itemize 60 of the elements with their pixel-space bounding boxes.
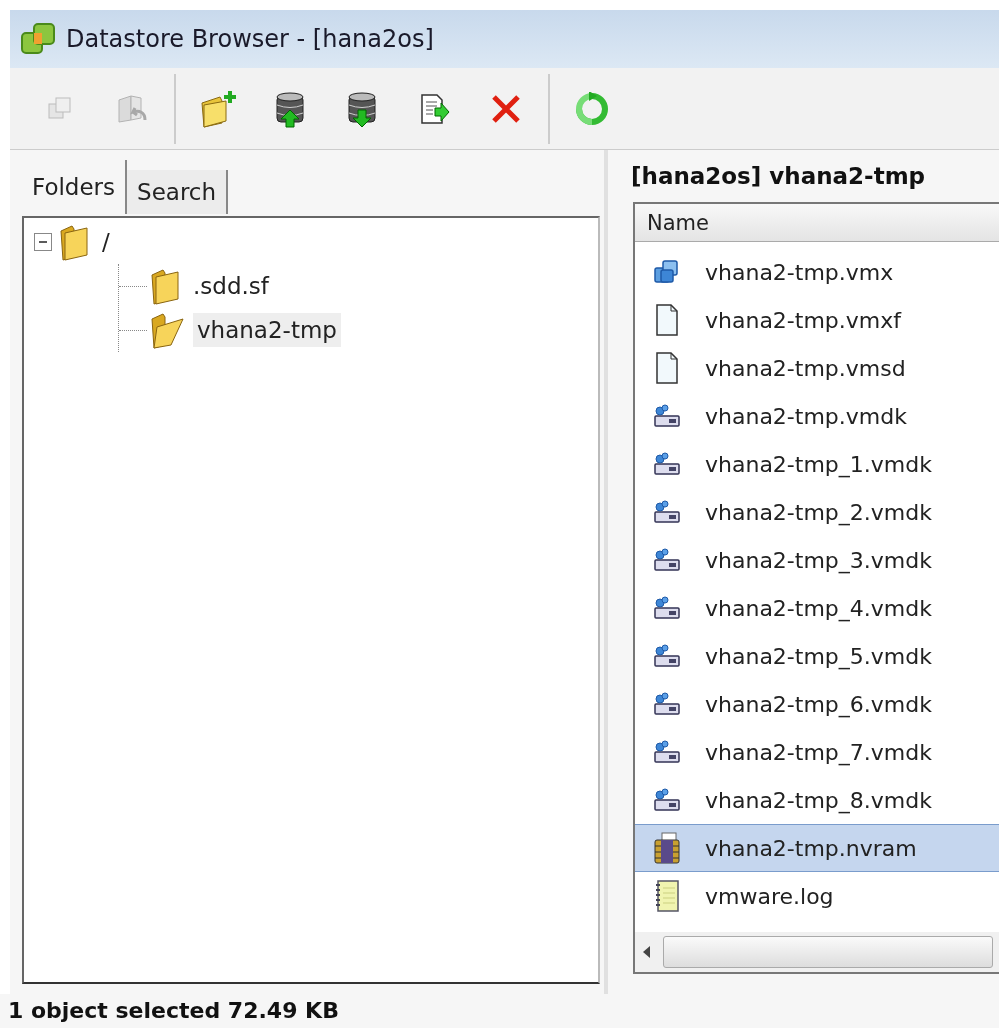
file-row[interactable]: vmware.log bbox=[635, 872, 999, 920]
file-name: vhana2-tmp_3.vmdk bbox=[705, 546, 932, 576]
file-row[interactable]: vhana2-tmp_4.vmdk bbox=[635, 584, 999, 632]
file-name: vhana2-tmp.vmsd bbox=[705, 354, 906, 383]
file-row[interactable]: vhana2-tmp_5.vmdk bbox=[635, 632, 999, 680]
virtual-disk-icon bbox=[653, 500, 681, 524]
file-name: vhana2-tmp.nvram bbox=[705, 834, 917, 863]
virtual-disk-icon bbox=[653, 404, 681, 428]
file-name: vhana2-tmp_4.vmdk bbox=[705, 594, 932, 624]
virtual-disk-icon bbox=[653, 692, 681, 716]
folder-path: [hana2os] vhana2-tmp bbox=[630, 161, 927, 191]
folder-icon bbox=[58, 223, 90, 261]
file-name: vmware.log bbox=[705, 882, 834, 911]
tab[interactable]: Search bbox=[127, 170, 229, 214]
virtual-disk-icon bbox=[653, 788, 681, 812]
file-name: vhana2-tmp_7.vmdk bbox=[705, 738, 932, 768]
tree-item[interactable]: vhana2-tmp bbox=[193, 312, 341, 348]
virtual-machine-icon bbox=[653, 258, 681, 286]
file-row[interactable]: vhana2-tmp_2.vmdk bbox=[635, 488, 999, 536]
file-row[interactable]: vhana2-tmp_7.vmdk bbox=[635, 728, 999, 776]
file-row[interactable]: vhana2-tmp.vmdk bbox=[635, 392, 999, 440]
memory-chip-icon bbox=[652, 832, 682, 864]
refresh-icon bbox=[575, 91, 609, 126]
database-download-icon bbox=[345, 89, 379, 128]
app-logo-icon bbox=[20, 21, 56, 57]
file-row[interactable]: vhana2-tmp_1.vmdk bbox=[635, 440, 999, 488]
collapse-toggle[interactable] bbox=[34, 233, 52, 251]
file-name: vhana2-tmp_8.vmdk bbox=[705, 786, 932, 816]
file-row[interactable]: vhana2-tmp_8.vmdk bbox=[635, 776, 999, 824]
file-name: vhana2-tmp_5.vmdk bbox=[705, 642, 932, 672]
file-name: vhana2-tmp_6.vmdk bbox=[705, 690, 932, 720]
tree-item[interactable]: / bbox=[98, 224, 114, 260]
new-folder-icon bbox=[198, 88, 238, 129]
database-upload-icon bbox=[273, 89, 307, 128]
virtual-disk-icon bbox=[653, 644, 681, 668]
tree-item[interactable]: .sdd.sf bbox=[189, 268, 273, 304]
delete-icon bbox=[490, 92, 522, 125]
file-name: vhana2-tmp_2.vmdk bbox=[705, 498, 932, 528]
virtual-disk-icon bbox=[653, 452, 681, 476]
notepad-icon bbox=[654, 879, 680, 913]
file-name: vhana2-tmp.vmdk bbox=[705, 402, 907, 431]
virtual-disk-icon bbox=[653, 548, 681, 572]
file-name: vhana2-tmp.vmxf bbox=[705, 306, 902, 335]
file-row[interactable]: vhana2-tmp.vmx bbox=[635, 248, 999, 296]
scroll-left-icon bbox=[641, 945, 651, 959]
file-row[interactable]: vhana2-tmp.vmsd bbox=[635, 344, 999, 392]
file-name: vhana2-tmp.vmx bbox=[705, 258, 894, 287]
virtual-disk-icon bbox=[653, 596, 681, 620]
file-row[interactable]: vhana2-tmp_6.vmdk bbox=[635, 680, 999, 728]
horizontal-scrollbar[interactable] bbox=[635, 932, 999, 972]
file-name: vhana2-tmp_1.vmdk bbox=[705, 450, 932, 480]
file-icon bbox=[655, 304, 679, 336]
file-row[interactable]: vhana2-tmp.nvram bbox=[635, 824, 999, 872]
virtual-disk-icon bbox=[653, 740, 681, 764]
file-row[interactable]: vhana2-tmp.vmxf bbox=[635, 296, 999, 344]
column-header[interactable]: Name bbox=[635, 204, 999, 241]
file-row[interactable]: vhana2-tmp_3.vmdk bbox=[635, 536, 999, 584]
window-title: Datastore Browser - [hana2os] bbox=[66, 24, 434, 55]
status-bar: 1 object selected 72.49 KB bbox=[0, 994, 999, 1028]
file-icon bbox=[655, 352, 679, 384]
